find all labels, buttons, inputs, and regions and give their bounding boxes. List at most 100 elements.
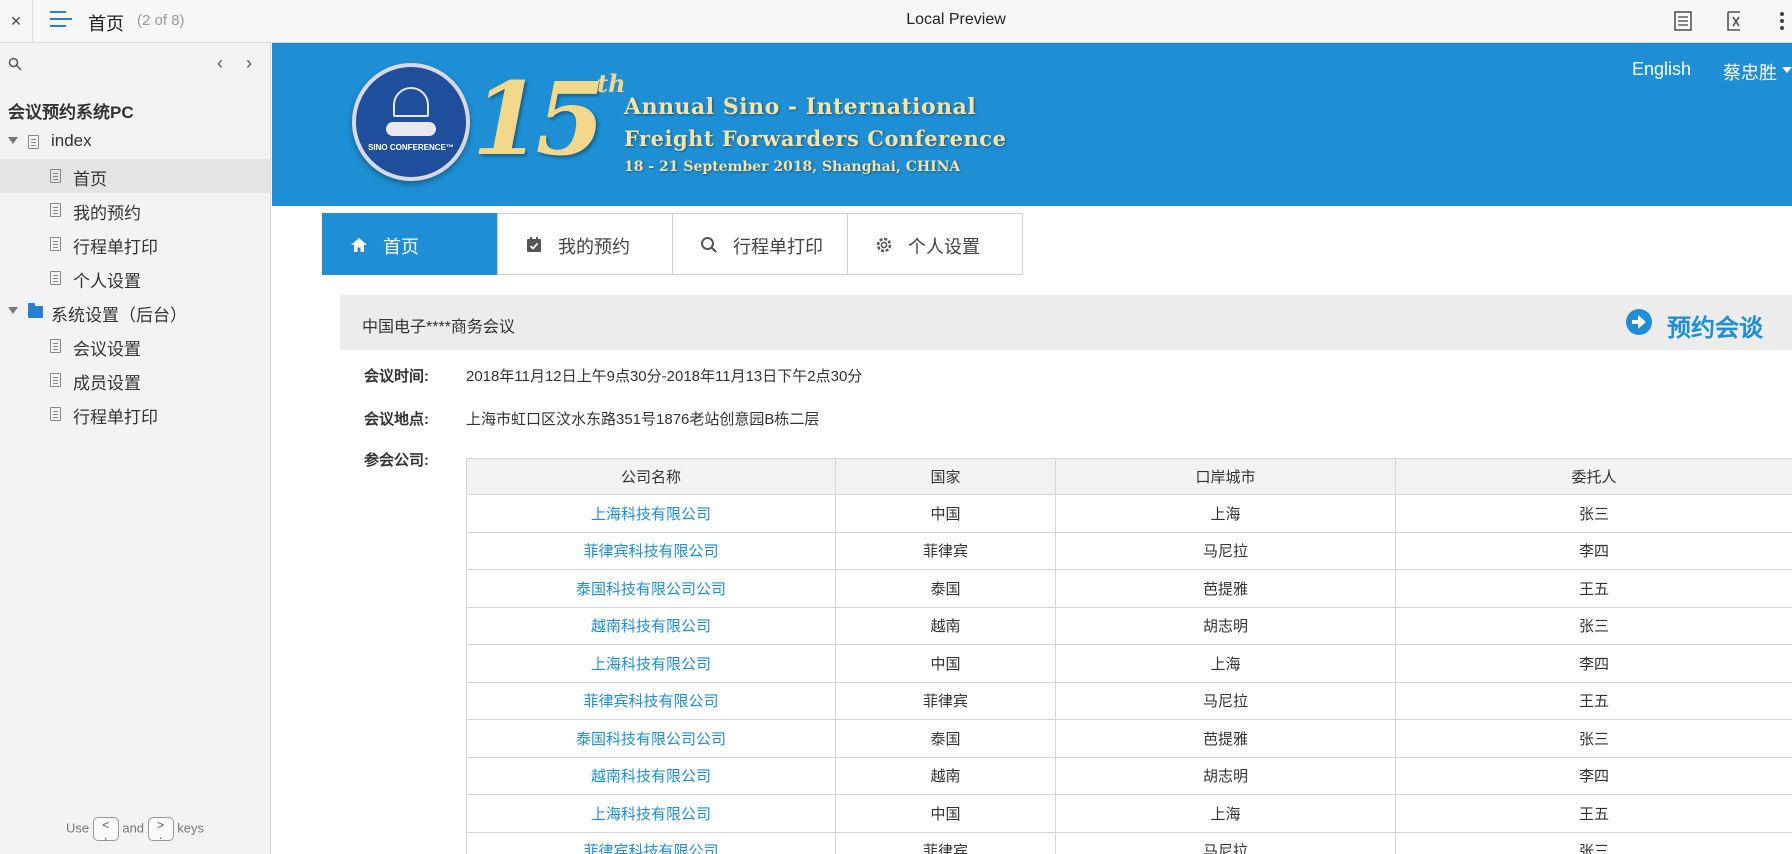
tree-item-label: 系统设置（后台） [51, 306, 187, 325]
participating-companies-label: 参会公司: [364, 452, 429, 469]
tree-item-member-settings[interactable]: 成员设置 [0, 363, 270, 397]
hint-text: and [122, 820, 145, 836]
company-name-link[interactable]: 上海科技有限公司 [466, 794, 836, 833]
table-row: 上海科技有限公司 中国 上海 张三 [466, 494, 1792, 533]
project-title: 会议预约系统PC [8, 103, 134, 122]
sino-conference-logo: SINO CONFERENCE™ [352, 63, 470, 181]
tree-item-system-settings[interactable]: 系统设置（后台） [0, 295, 270, 329]
tab-itinerary-print[interactable]: 行程单打印 [672, 213, 848, 275]
tree-item-meeting-settings[interactable]: 会议设置 [0, 329, 270, 363]
more-icon[interactable] [1771, 10, 1792, 32]
country-cell: 菲律宾 [835, 681, 1056, 720]
tree-item-itinerary-print-admin[interactable]: 行程单打印 [0, 397, 270, 431]
company-name-link[interactable]: 上海科技有限公司 [466, 644, 836, 683]
delegate-cell: 王五 [1395, 794, 1792, 833]
handshake-icon [386, 122, 436, 136]
country-cell: 菲律宾 [835, 831, 1056, 854]
company-name-link[interactable]: 上海科技有限公司 [466, 494, 836, 533]
book-meeting-button[interactable]: 预约会谈 [1667, 308, 1763, 343]
tab-personal-settings[interactable]: 个人设置 [847, 213, 1023, 275]
tree-item-label: 会议设置 [73, 340, 141, 359]
tab-label: 个人设置 [908, 237, 980, 257]
company-name-link[interactable]: 菲律宾科技有限公司 [466, 831, 836, 854]
calendar-check-icon [527, 237, 541, 252]
search-icon [8, 57, 22, 71]
column-header-company: 公司名称 [466, 458, 836, 495]
tab-label: 首页 [383, 237, 419, 257]
tree-item-label: 我的预约 [73, 204, 141, 223]
table-row: 菲律宾科技有限公司 菲律宾 马尼拉 李四 [466, 531, 1792, 570]
page-icon [50, 271, 61, 285]
gear-icon [876, 237, 892, 253]
chevron-down-icon[interactable] [1782, 67, 1792, 73]
page-tree-sidebar: ‹ › 会议预约系统PC index 首页 我的预约 行程单打印 个人设置 系统… [0, 43, 271, 854]
expand-arrow-icon[interactable] [8, 137, 18, 144]
tree-item-label: 个人设置 [73, 272, 141, 291]
tab-my-bookings[interactable]: 我的预约 [497, 213, 673, 275]
tree-item-index[interactable]: index [0, 125, 270, 159]
conference-title-line1: Annual Sino - International [624, 94, 977, 120]
notes-icon[interactable] [1672, 10, 1694, 32]
language-switch-link[interactable]: English [1632, 59, 1691, 80]
preview-canvas: SINO CONFERENCE™ 15 th Annual Sino - Int… [272, 43, 1792, 854]
port-city-cell: 马尼拉 [1055, 831, 1396, 854]
delegate-cell: 王五 [1395, 569, 1792, 608]
port-city-cell: 上海 [1055, 494, 1396, 533]
company-name-link[interactable]: 越南科技有限公司 [466, 756, 836, 795]
port-city-cell: 马尼拉 [1055, 531, 1396, 570]
country-cell: 越南 [835, 606, 1056, 645]
column-header-port-city: 口岸城市 [1055, 458, 1396, 495]
delegate-cell: 张三 [1395, 494, 1792, 533]
logo-text: SINO CONFERENCE™ [368, 143, 454, 152]
home-icon [351, 238, 367, 252]
companies-table: 公司名称 国家 口岸城市 委托人 上海科技有限公司 中国 上海 张三 菲律宾科技有限公司… [466, 458, 1792, 854]
delegate-cell: 王五 [1395, 681, 1792, 720]
company-name-link[interactable]: 菲律宾科技有限公司 [466, 681, 836, 720]
hint-text: Use [65, 820, 90, 836]
port-city-cell: 上海 [1055, 644, 1396, 683]
company-name-link[interactable]: 菲律宾科技有限公司 [466, 531, 836, 570]
company-name-link[interactable]: 泰国科技有限公司公司 [466, 719, 836, 758]
page-icon [28, 135, 39, 149]
delegate-cell: 李四 [1395, 756, 1792, 795]
country-cell: 中国 [835, 794, 1056, 833]
meeting-location-value: 上海市虹口区汶水东路351号1876老站创意园B栋二层 [466, 411, 820, 428]
tree-item-label: 行程单打印 [73, 408, 158, 427]
next-page-button[interactable]: › [246, 53, 252, 74]
country-cell: 中国 [835, 494, 1056, 533]
tree-item-personal-settings[interactable]: 个人设置 [0, 261, 270, 295]
user-menu[interactable]: 蔡忠胜 [1723, 59, 1777, 85]
meeting-name: 中国电子****商务会议 [362, 319, 515, 336]
previous-page-button[interactable]: ‹ [217, 53, 223, 74]
tree-item-home[interactable]: 首页 [0, 159, 270, 193]
table-header-row: 公司名称 国家 口岸城市 委托人 [466, 458, 1792, 495]
delegate-cell: 张三 [1395, 719, 1792, 758]
table-row: 泰国科技有限公司公司 泰国 芭提雅 王五 [466, 569, 1792, 608]
tab-label: 我的预约 [558, 237, 630, 257]
table-row: 菲律宾科技有限公司 菲律宾 马尼拉 张三 [466, 831, 1792, 854]
variables-icon[interactable] [1723, 10, 1745, 32]
tree-item-itinerary-print[interactable]: 行程单打印 [0, 227, 270, 261]
table-row: 越南科技有限公司 越南 胡志明 张三 [466, 606, 1792, 645]
expand-arrow-icon[interactable] [8, 307, 18, 314]
hint-text: keys [177, 820, 205, 836]
table-row: 菲律宾科技有限公司 菲律宾 马尼拉 王五 [466, 681, 1792, 720]
edition-ordinal: th [597, 69, 626, 98]
table-row: 越南科技有限公司 越南 胡志明 李四 [466, 756, 1792, 795]
page-icon [50, 203, 61, 217]
port-city-cell: 胡志明 [1055, 756, 1396, 795]
tab-home[interactable]: 首页 [322, 213, 498, 275]
tree-item-my-bookings[interactable]: 我的预约 [0, 193, 270, 227]
conference-title-line2: Freight Forwarders Conference [624, 126, 1007, 151]
key-prev: < , [92, 817, 119, 841]
delegate-cell: 张三 [1395, 831, 1792, 854]
company-name-link[interactable]: 泰国科技有限公司公司 [466, 569, 836, 608]
edition-number: 15 [472, 60, 605, 178]
tab-label: 行程单打印 [733, 237, 823, 257]
tree-item-label: 成员设置 [73, 374, 141, 393]
sidebar-search[interactable]: ‹ › [0, 43, 270, 83]
company-name-link[interactable]: 越南科技有限公司 [466, 606, 836, 645]
arrow-right-circle-icon[interactable] [1626, 309, 1652, 335]
column-header-delegate: 委托人 [1395, 458, 1792, 495]
table-row: 上海科技有限公司 中国 上海 李四 [466, 644, 1792, 683]
